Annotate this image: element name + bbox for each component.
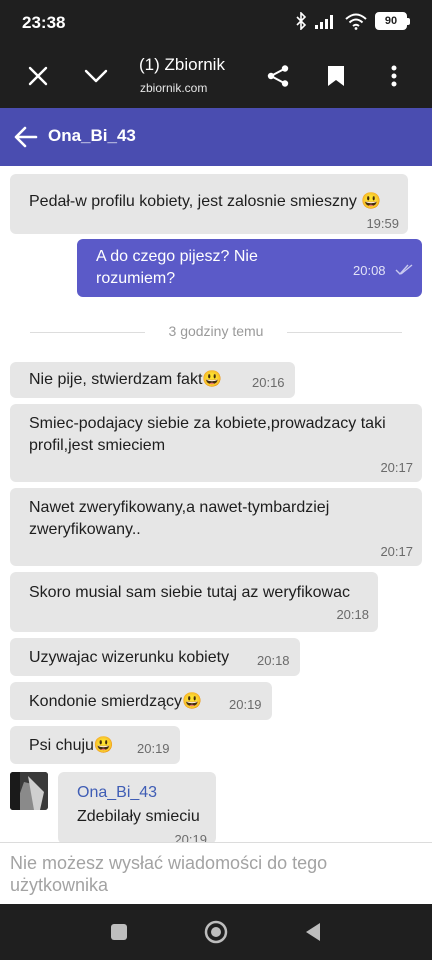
message-incoming: Uzywajac wizerunku kobiety 20:18 — [10, 638, 300, 676]
status-time: 23:38 — [22, 13, 66, 32]
message-outgoing: A do czego pijesz? Nie rozumiem? 20:08 — [77, 239, 422, 297]
message-incoming: Pedał-w profilu kobiety, jest zalosnie s… — [10, 174, 408, 234]
message-text: Zdebilały smieciu — [77, 808, 200, 825]
message-time: 20:17 — [380, 460, 413, 475]
system-nav-bar — [0, 904, 432, 960]
message-incoming: Ona_Bi_43 Zdebilały smieciu 20:19 — [58, 772, 216, 842]
status-bar: 23:38 90 — [0, 0, 432, 44]
message-incoming: Nawet zweryfikowany,a nawet-tymbardziej … — [10, 488, 422, 566]
message-input-area: Nie możesz wysłać wiadomości do tego uży… — [0, 842, 432, 904]
message-text: Psi chuju😃 — [29, 737, 114, 754]
contact-avatar[interactable] — [10, 772, 48, 810]
chat-header: Ona_Bi_43 — [0, 108, 432, 166]
read-check-icon — [395, 261, 413, 283]
home-icon[interactable] — [202, 918, 230, 946]
message-text: A do czego pijesz? Nie rozumiem? — [96, 248, 258, 287]
bookmark-icon[interactable] — [320, 60, 352, 92]
message-text: Pedał-w profilu kobiety, jest zalosnie s… — [29, 193, 382, 210]
message-list[interactable]: Pedał-w profilu kobiety, jest zalosnie s… — [0, 166, 432, 842]
more-vertical-icon[interactable] — [378, 60, 410, 92]
battery-icon: 90 — [375, 12, 410, 30]
message-time: 20:18 — [336, 607, 369, 622]
browser-toolbar: (1) Zbiornik zbiornik.com — [0, 44, 432, 108]
message-text: Kondonie smierdzący😃 — [29, 693, 202, 710]
time-divider: 3 godziny temu — [30, 322, 402, 342]
message-text: Smiec-podajacy siebie za kobiete,prowadz… — [29, 415, 386, 454]
message-time: 20:16 — [252, 375, 285, 390]
message-time: 20:18 — [257, 653, 290, 668]
chevron-down-icon[interactable] — [80, 60, 112, 92]
message-time: 19:59 — [366, 216, 399, 231]
battery-level: 90 — [375, 12, 407, 30]
message-time: 20:19 — [137, 741, 170, 756]
divider-label: 3 godziny temu — [168, 323, 264, 339]
message-time: 20:17 — [380, 544, 413, 559]
back-icon[interactable] — [299, 918, 327, 946]
message-text: Skoro musial sam siebie tutaj az weryfik… — [29, 584, 351, 601]
bluetooth-icon — [295, 12, 307, 30]
wifi-icon — [345, 13, 367, 30]
message-sender: Ona_Bi_43 — [77, 784, 158, 801]
message-incoming: Nie pije, stwierdzam fakt😃 20:16 — [10, 362, 295, 398]
share-icon[interactable] — [262, 60, 294, 92]
input-disabled-notice: Nie możesz wysłać wiadomości do tego uży… — [10, 853, 328, 895]
message-text: Nie pije, stwierdzam fakt😃 — [29, 371, 223, 388]
back-arrow-icon[interactable] — [12, 123, 40, 151]
message-incoming: Kondonie smierdzący😃 20:19 — [10, 682, 272, 720]
message-text: Uzywajac wizerunku kobiety — [29, 649, 230, 666]
message-time: 20:19 — [229, 697, 262, 712]
message-incoming: Smiec-podajacy siebie za kobiete,prowadz… — [10, 404, 422, 482]
message-time: 20:08 — [353, 263, 386, 278]
close-icon[interactable] — [22, 60, 54, 92]
status-icons: 90 — [295, 12, 410, 30]
message-text: Nawet zweryfikowany,a nawet-tymbardziej … — [29, 499, 330, 538]
page-url: zbiornik.com — [140, 81, 208, 95]
signal-icon — [315, 13, 337, 29]
message-incoming: Psi chuju😃 20:19 — [10, 726, 180, 764]
message-incoming: Skoro musial sam siebie tutaj az weryfik… — [10, 572, 378, 632]
recents-icon[interactable] — [105, 918, 133, 946]
page-title: (1) Zbiornik — [139, 55, 225, 74]
message-time: 20:19 — [174, 832, 207, 842]
contact-name[interactable]: Ona_Bi_43 — [48, 126, 136, 146]
